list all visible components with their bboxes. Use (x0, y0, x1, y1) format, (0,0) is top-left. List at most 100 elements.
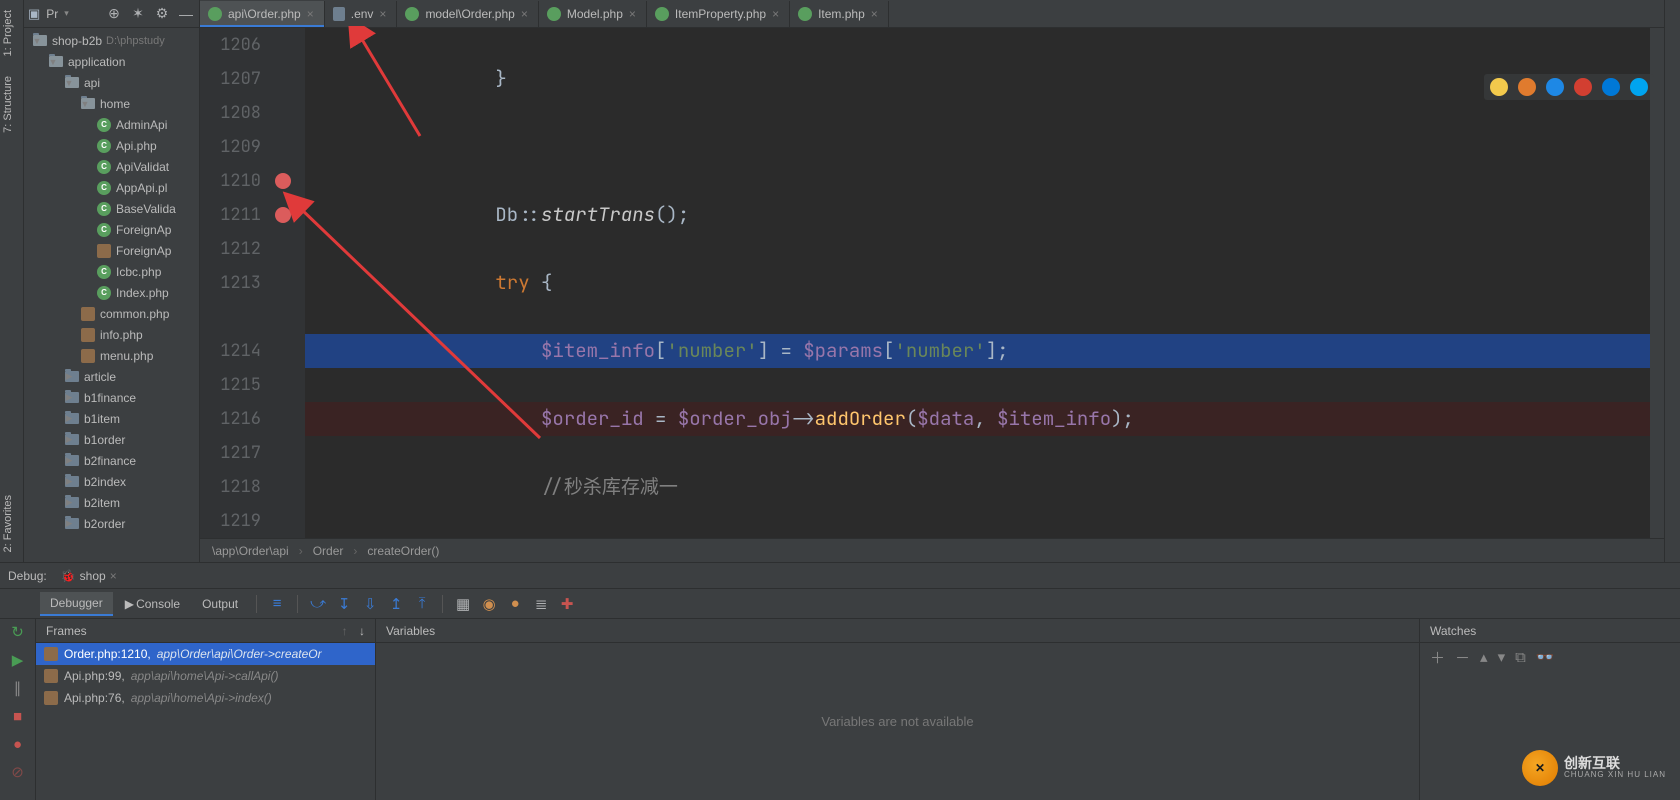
evaluate-icon[interactable]: ▦ (451, 592, 475, 616)
view-bp-icon[interactable]: ● (7, 733, 29, 755)
line-number[interactable]: 1214 (200, 334, 261, 368)
line-number[interactable]: 1210 (200, 164, 261, 198)
tree-row[interactable]: ForeignAp (24, 219, 199, 240)
ie-icon[interactable] (1602, 78, 1620, 96)
tree-row[interactable]: ▼api (24, 72, 199, 93)
tree-row[interactable]: Api.php (24, 135, 199, 156)
edge-icon[interactable] (1630, 78, 1648, 96)
firefox-icon[interactable] (1518, 78, 1536, 96)
close-icon[interactable]: × (379, 7, 386, 21)
tree-row[interactable]: ▶article (24, 366, 199, 387)
resume-icon[interactable]: ▶ (7, 649, 29, 671)
hide-icon[interactable]: — (177, 5, 195, 23)
code-editor[interactable]: 12061207120812091210121112121213 12141215… (200, 28, 1664, 538)
tree-row[interactable]: ▼application (24, 51, 199, 72)
settings-icon[interactable]: ⚙ (153, 5, 171, 23)
tree-row[interactable]: ApiValidat (24, 156, 199, 177)
breakpoint-icon[interactable] (275, 173, 291, 189)
tree-row[interactable]: AppApi.pl (24, 177, 199, 198)
breadcrumb-seg[interactable]: \app\Order\api (212, 544, 289, 558)
line-number[interactable]: 1209 (200, 130, 261, 164)
editor-tab[interactable]: Model.php× (539, 1, 647, 27)
debugger-tab[interactable]: Debugger (40, 592, 113, 616)
tree-row[interactable]: ▶b1order (24, 429, 199, 450)
list-icon[interactable]: ≣ (529, 592, 553, 616)
close-icon[interactable]: × (772, 7, 779, 21)
editor-tab[interactable]: ItemProperty.php× (647, 1, 790, 27)
line-number[interactable]: 1211 (200, 198, 261, 232)
line-number[interactable] (200, 300, 261, 334)
close-icon[interactable]: × (110, 569, 117, 583)
code[interactable]: } Db::startTrans(); try { $item_info['nu… (305, 28, 1650, 538)
force-step-into-icon[interactable]: ⇩ (358, 592, 382, 616)
close-icon[interactable]: × (521, 7, 528, 21)
tree-row[interactable]: Icbc.php (24, 261, 199, 282)
rerun-icon[interactable]: ↻ (7, 621, 29, 643)
locate-icon[interactable]: ⊕ (105, 5, 123, 23)
line-number[interactable]: 1208 (200, 96, 261, 130)
tree-row[interactable]: ForeignAp (24, 240, 199, 261)
line-number[interactable]: 1216 (200, 402, 261, 436)
mute-bp2-icon[interactable]: ⊘ (7, 761, 29, 783)
tree-row[interactable]: ▼home (24, 93, 199, 114)
breadcrumb[interactable]: \app\Order\api › Order › createOrder() (200, 538, 1664, 562)
editor-tab[interactable]: api\Order.php× (200, 1, 325, 27)
console-tab[interactable]: ▶ Console (115, 593, 190, 615)
step-over-icon[interactable]: ⤻ (306, 592, 330, 616)
tree-row[interactable]: BaseValida (24, 198, 199, 219)
line-number[interactable]: 1207 (200, 62, 261, 96)
tree-row[interactable]: ▶b1finance (24, 387, 199, 408)
tree-row[interactable]: AdminApi (24, 114, 199, 135)
editor-scrollbar[interactable] (1650, 28, 1664, 538)
trace-icon[interactable]: ◉ (477, 592, 501, 616)
tree-row[interactable]: info.php (24, 324, 199, 345)
breadcrumb-seg[interactable]: createOrder() (367, 544, 439, 558)
step-into-icon[interactable]: ↧ (332, 592, 356, 616)
frame-down-icon[interactable]: ↓ (359, 624, 365, 638)
output-tab[interactable]: Output (192, 593, 248, 615)
opera-icon[interactable] (1574, 78, 1592, 96)
project-tool-tab[interactable]: 1: Project (0, 0, 23, 66)
close-icon[interactable]: × (871, 7, 878, 21)
watch-remove-icon[interactable]: － (1455, 647, 1470, 668)
tree-row[interactable]: ▼shop-b2bD:\phpstudy (24, 30, 199, 51)
pause-icon[interactable]: ∥ (7, 677, 29, 699)
safari-icon[interactable] (1546, 78, 1564, 96)
frame-up-icon[interactable]: ↑ (342, 624, 348, 638)
project-tree[interactable]: ▼shop-b2bD:\phpstudy▼application▼api▼hom… (24, 28, 199, 562)
line-number[interactable]: 1212 (200, 232, 261, 266)
frame-row[interactable]: Api.php:76,app\api\home\Api->index() (36, 687, 375, 709)
run-to-cursor-icon[interactable]: ⤒ (410, 592, 434, 616)
chrome-icon[interactable] (1490, 78, 1508, 96)
line-number[interactable]: 1206 (200, 28, 261, 62)
close-icon[interactable]: × (629, 7, 636, 21)
gutter[interactable]: 12061207120812091210121112121213 12141215… (200, 28, 305, 538)
editor-tab[interactable]: Item.php× (790, 1, 889, 27)
watch-down-icon[interactable]: ▾ (1498, 648, 1506, 666)
tree-row[interactable]: ▶b2finance (24, 450, 199, 471)
line-number[interactable]: 1215 (200, 368, 261, 402)
tree-row[interactable]: ▶b2index (24, 471, 199, 492)
favorites-tool-tab[interactable]: 2: Favorites (0, 485, 23, 562)
watch-up-icon[interactable]: ▴ (1480, 648, 1488, 666)
frame-row[interactable]: Order.php:1210,app\Order\api\Order->crea… (36, 643, 375, 665)
tree-row[interactable]: ▶b2order (24, 513, 199, 534)
editor-tab[interactable]: .env× (325, 1, 398, 27)
close-icon[interactable]: × (307, 7, 314, 21)
expand-icon[interactable]: ✶ (129, 5, 147, 23)
glasses-icon[interactable]: 👓 (1536, 648, 1555, 666)
frame-row[interactable]: Api.php:99,app\api\home\Api->callApi() (36, 665, 375, 687)
tree-row[interactable]: menu.php (24, 345, 199, 366)
mute-bp-icon[interactable]: ✚ (555, 592, 579, 616)
tree-row[interactable]: Index.php (24, 282, 199, 303)
line-number[interactable]: 1213 (200, 266, 261, 300)
line-number[interactable]: 1218 (200, 470, 261, 504)
tree-row[interactable]: common.php (24, 303, 199, 324)
tree-row[interactable]: ▶b2item (24, 492, 199, 513)
show-exec-point-icon[interactable]: ≡ (265, 592, 289, 616)
editor-tab[interactable]: model\Order.php× (397, 1, 538, 27)
breadcrumb-seg[interactable]: Order (313, 544, 344, 558)
breakpoint-icon[interactable] (275, 207, 291, 223)
watch-copy-icon[interactable]: ⧉ (1515, 649, 1526, 666)
line-number[interactable]: 1217 (200, 436, 261, 470)
